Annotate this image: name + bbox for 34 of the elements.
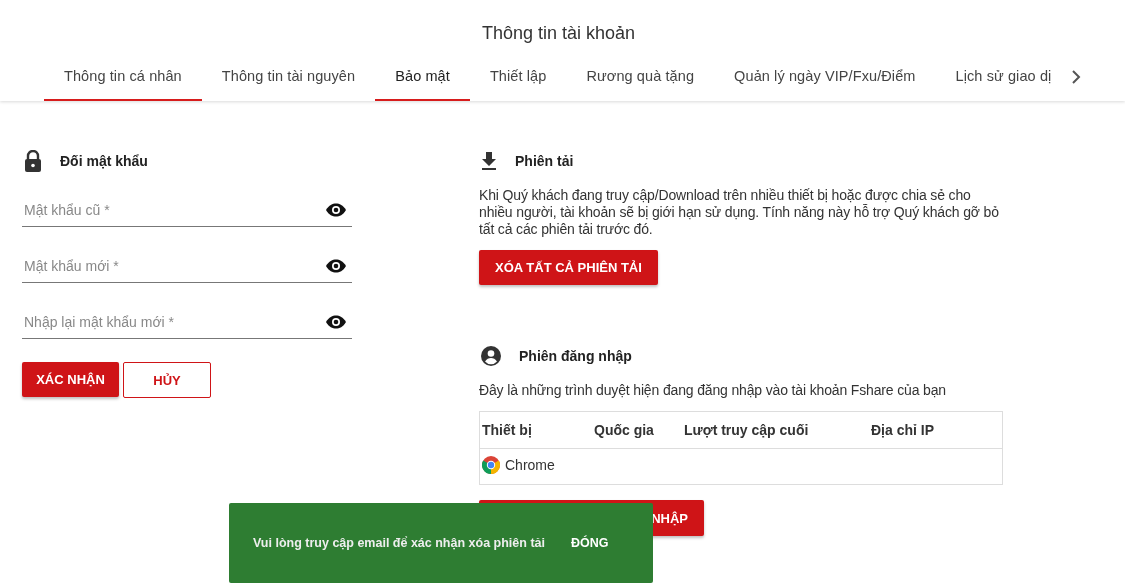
eye-icon[interactable] xyxy=(325,203,347,217)
table-cell: Chrome xyxy=(482,456,555,474)
chevron-right-icon[interactable] xyxy=(1071,70,1082,84)
tab[interactable]: Thiết lập xyxy=(469,53,567,101)
confirm-button[interactable]: XÁC NHẬN xyxy=(22,362,119,397)
clear-sessions-button[interactable]: XÓA TẤT CẢ PHIÊN TẢI xyxy=(479,250,658,285)
cancel-button[interactable]: HỦY xyxy=(123,362,211,398)
tab[interactable]: Quản lý ngày VIP/Fxu/Điểm xyxy=(714,53,936,101)
section-title: Phiên tải xyxy=(515,153,574,169)
section-title: Phiên đăng nhập xyxy=(519,348,632,364)
column-header: Lượt truy cập cuối xyxy=(682,411,869,449)
tab[interactable]: Rương quà tặng xyxy=(566,53,715,101)
account-icon xyxy=(481,346,501,366)
toast-message: Vui lòng truy cập email để xác nhận xóa phiên tải xyxy=(253,536,545,550)
lock-icon xyxy=(24,150,42,172)
description: Đây là những trình duyệt hiện đang đăng nhập vào tài khoản Fshare của bạn xyxy=(479,382,947,399)
tab[interactable]: Thông tin cá nhân xyxy=(44,53,202,101)
eye-icon[interactable] xyxy=(325,259,347,273)
column-header: Quốc gia xyxy=(592,411,682,449)
column-header: Địa chỉ IP xyxy=(869,411,1003,449)
page-title: Thông tin tài khoản xyxy=(480,22,637,45)
password-field[interactable]: Mật khẩu cũ * xyxy=(22,201,325,219)
tab[interactable]: Bảo mật xyxy=(375,53,470,101)
password-field[interactable]: Nhập lại mật khẩu mới * xyxy=(22,313,325,331)
password-field[interactable]: Mật khẩu mới * xyxy=(22,257,325,275)
download-icon xyxy=(481,152,497,170)
section-title: Đối mật khẩu xyxy=(60,153,148,169)
column-header: Thiết bị xyxy=(479,411,592,449)
tab[interactable]: Thông tin tài nguyên xyxy=(201,53,376,101)
chrome-icon xyxy=(482,456,500,474)
close-button[interactable]: ĐÓNG xyxy=(570,536,609,550)
tab[interactable]: Lịch sử giao dị xyxy=(935,53,1072,101)
description: Khi Quý khách đang truy cập/Download trên nhiều thiết bị hoặc được chia sẻ cho nhiều người, tài khoản sẽ bị giới hạn sử dụng. Tính năng này hỗ trợ Quý khách gỡ bỏ tất cả các phiên tải trước đó. xyxy=(479,187,1000,238)
eye-icon[interactable] xyxy=(325,315,347,329)
